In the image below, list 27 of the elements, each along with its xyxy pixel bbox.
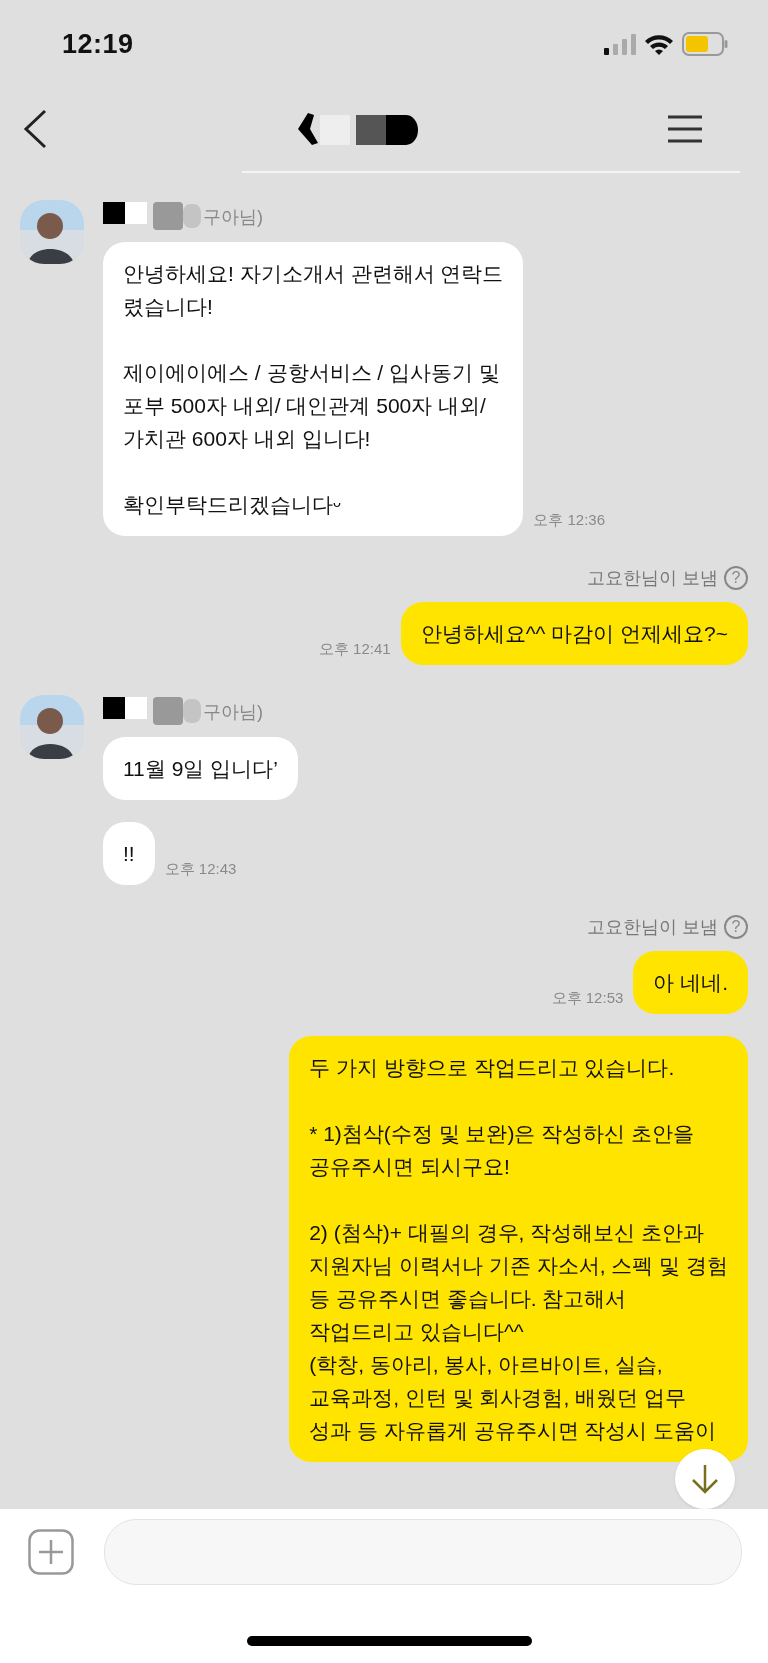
profile-avatar[interactable]	[20, 200, 84, 264]
sent-by-label: 고요한님이 보냄	[587, 567, 718, 590]
down-arrow-icon	[691, 1464, 719, 1494]
back-icon[interactable]	[22, 109, 48, 149]
message-bubble: 안녕하세요! 자기소개서 관련해서 연락드 렸습니다! 제이에이에스 / 공항서비스 / 입사동기 및 포부 500자 내외/ 대인관계 500자 내외/ 가치관 600자 내외 입니다! 확인부탁드리겠습니다ᵕ	[103, 242, 524, 536]
sender-name: 구아님)	[203, 206, 263, 229]
profile-avatar[interactable]	[20, 695, 84, 759]
menu-icon[interactable]	[668, 115, 702, 143]
message-time: 오후 12:36	[533, 511, 606, 530]
message-time: 오후 12:41	[318, 640, 391, 659]
message-time: 오후 12:53	[551, 989, 624, 1008]
battery-icon	[682, 32, 728, 56]
message-time: 오후 12:43	[164, 860, 237, 879]
scroll-down-button[interactable]	[675, 1449, 735, 1509]
help-button[interactable]: ?	[724, 915, 748, 939]
add-icon[interactable]	[28, 1529, 74, 1575]
signal-icon	[604, 33, 636, 55]
clock-time: 12:19	[62, 28, 134, 60]
message-bubble: !!	[103, 822, 155, 885]
help-button[interactable]: ?	[724, 566, 748, 590]
message-bubble: 두 가지 방향으로 작업드리고 있습니다. * 1)첨삭(수정 및 보완)은 작성하신 초안을 공유주시면 되시구요! 2) (첨삭)+ 대필의 경우, 작성해보신 초안과 지원자님 이력서나 기존 자소서, 스펙 및 경험 등 공유주시면 좋습니다. 참고해서 작업드리고 있습니다^^ (학창, 동아리, 봉사, 아르바이트, 실습, 교육과정, 인턴 및 회사경험, 배웠던 업무 성과 등 자유롭게 공유주시면 작성시 도움이	[289, 1036, 748, 1462]
message-bubble: 안녕하세요^^ 마감이 언제세요?~	[400, 602, 748, 665]
sent-by-label: 고요한님이 보냄	[587, 916, 718, 939]
wifi-icon	[644, 33, 674, 55]
sender-name: 구아님)	[203, 701, 263, 724]
message-bubble: 11월 9일 입니다’	[103, 737, 298, 800]
message-bubble: 아 네네.	[633, 951, 748, 1014]
